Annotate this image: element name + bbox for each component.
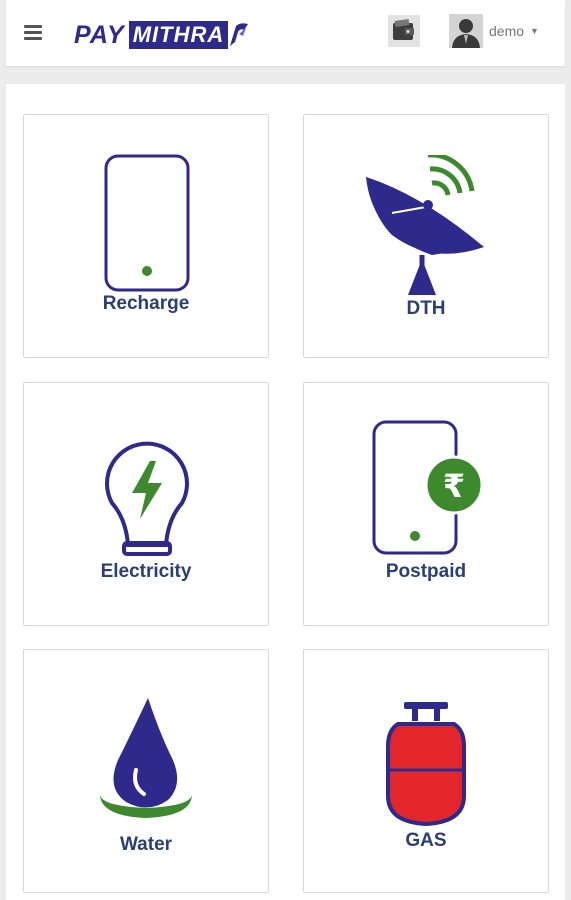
user-avatar-icon: [449, 14, 483, 48]
service-tile-gas[interactable]: GAS: [303, 649, 549, 893]
service-label-postpaid: Postpaid: [385, 561, 467, 582]
satellite-dish-icon: [366, 155, 484, 295]
user-menu[interactable]: demo ▼: [449, 12, 539, 50]
service-label-electricity: Electricity: [100, 561, 192, 582]
brand-name-part2: MITHRA: [128, 21, 229, 49]
chevron-down-icon: ▼: [530, 26, 539, 36]
services-panel: Recharge DTH Electricity ₹ Postpaid Wate…: [6, 84, 565, 900]
water-drop-icon: [100, 698, 192, 818]
brand-logo[interactable]: PAY MITHRA: [74, 17, 252, 53]
light-bulb-icon: [105, 441, 189, 556]
service-tile-dth[interactable]: DTH: [303, 114, 549, 358]
brand-name-part1: PAY: [74, 20, 125, 49]
hamburger-menu-icon[interactable]: [22, 22, 46, 44]
service-tile-electricity[interactable]: Electricity: [23, 382, 269, 626]
service-tile-water[interactable]: Water: [23, 649, 269, 893]
service-label-water: Water: [119, 834, 173, 855]
service-tile-postpaid[interactable]: ₹ Postpaid: [303, 382, 549, 626]
service-label-recharge: Recharge: [102, 293, 190, 314]
top-navbar: PAY MITHRA demo ▼: [6, 0, 565, 66]
service-tile-recharge[interactable]: Recharge: [23, 114, 269, 358]
service-label-dth: DTH: [406, 298, 446, 319]
svg-text:₹: ₹: [443, 467, 465, 505]
logo-mark-icon: [230, 23, 249, 46]
username-label: demo: [489, 23, 525, 39]
mobile-phone-icon: [104, 154, 190, 292]
wallet-icon[interactable]: [387, 14, 421, 48]
rupee-phone-icon: ₹: [372, 420, 484, 555]
service-label-gas: GAS: [405, 830, 447, 851]
gas-cylinder-icon: [386, 702, 466, 827]
